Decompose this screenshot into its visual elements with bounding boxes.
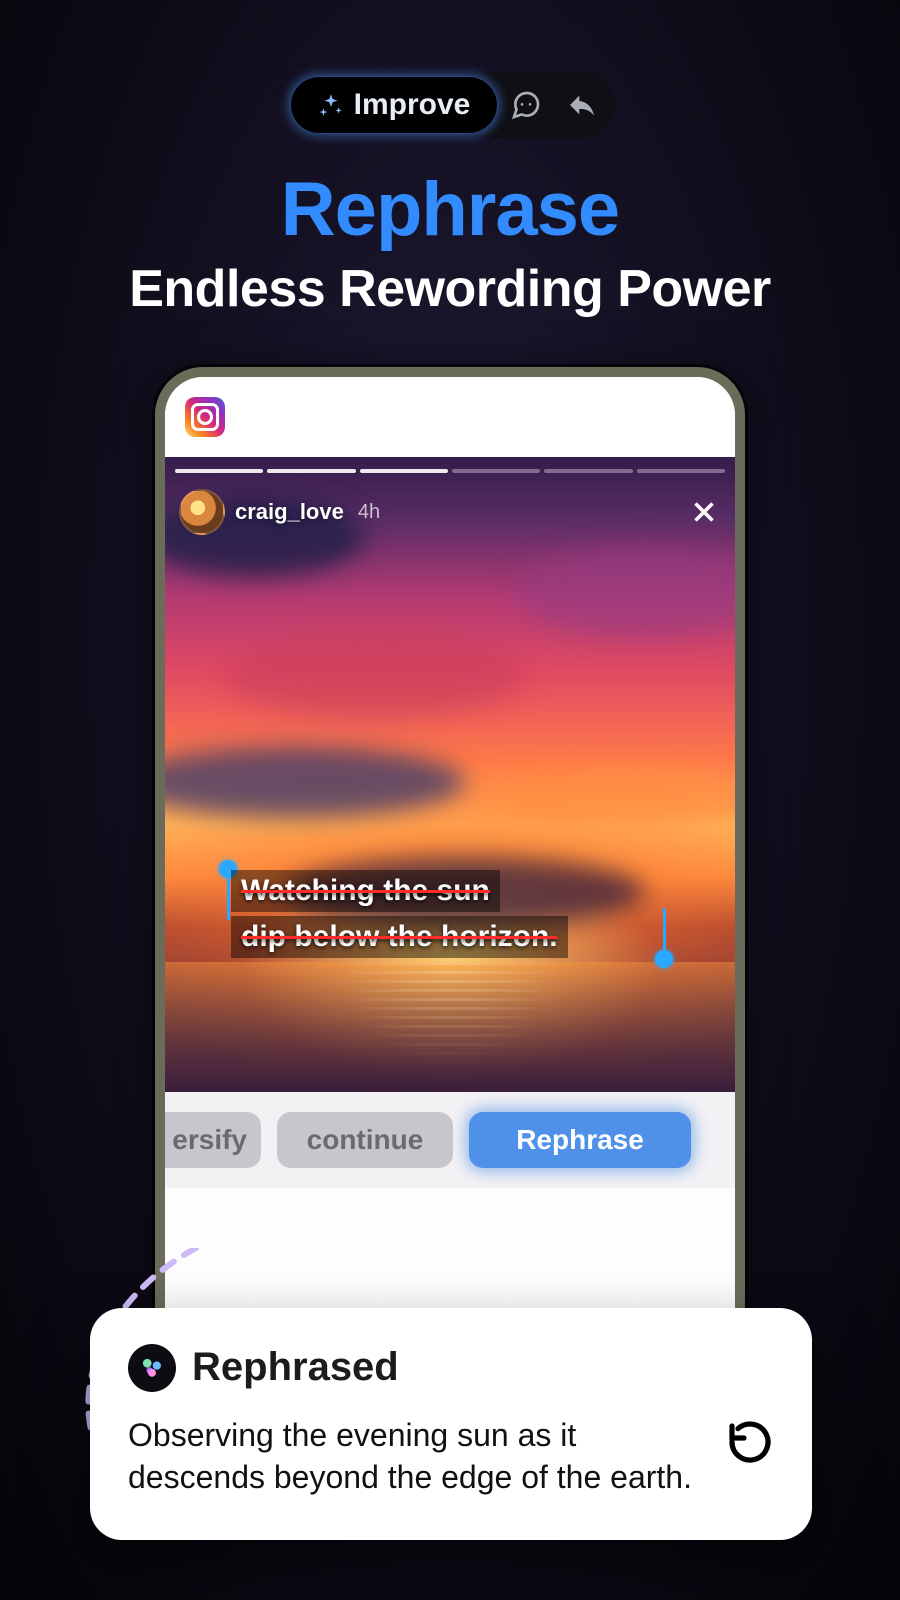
chip-ersify[interactable]: ersify [161, 1112, 261, 1168]
chat-bubble-icon[interactable] [510, 89, 542, 121]
ai-swirl-icon [128, 1344, 176, 1392]
close-icon[interactable] [687, 495, 721, 529]
instagram-icon [185, 397, 225, 437]
story-time: 4h [358, 501, 380, 524]
suggestion-chip-row: ersify continue Rephrase [165, 1092, 735, 1188]
refresh-icon[interactable] [726, 1418, 774, 1466]
cloud-decoration [225, 637, 525, 717]
reply-arrow-icon[interactable] [566, 89, 598, 121]
improve-label: Improve [354, 88, 471, 122]
avatar[interactable] [179, 489, 225, 535]
top-pill-row: Improve [286, 72, 615, 138]
headline-title: Rephrase [281, 166, 619, 253]
rephrased-title: Rephrased [192, 1345, 399, 1390]
selected-text-line: dip below the horizon. [231, 916, 568, 958]
story-area[interactable]: craig_love 4h Watching the sun dip below… [165, 457, 735, 1092]
rephrased-card: Rephrased Observing the evening sun as i… [90, 1308, 812, 1540]
water-reflection [165, 962, 735, 1092]
chip-rephrase[interactable]: Rephrase [469, 1112, 691, 1168]
story-progress-bar [175, 469, 725, 473]
headline-subtitle: Endless Rewording Power [129, 259, 771, 319]
phone-statusbar [165, 377, 735, 457]
selected-text-line: Watching the sun [231, 870, 500, 912]
story-header: craig_love 4h [179, 489, 721, 535]
selected-text[interactable]: Watching the sun dip below the horizon. [231, 870, 661, 958]
sparkle-icon [318, 92, 344, 118]
story-username[interactable]: craig_love [235, 499, 344, 525]
improve-button[interactable]: Improve [290, 76, 499, 134]
rephrased-body: Observing the evening sun as it descends… [128, 1414, 708, 1498]
text-selection-handle-end[interactable] [655, 950, 673, 968]
chip-continue[interactable]: continue [277, 1112, 453, 1168]
